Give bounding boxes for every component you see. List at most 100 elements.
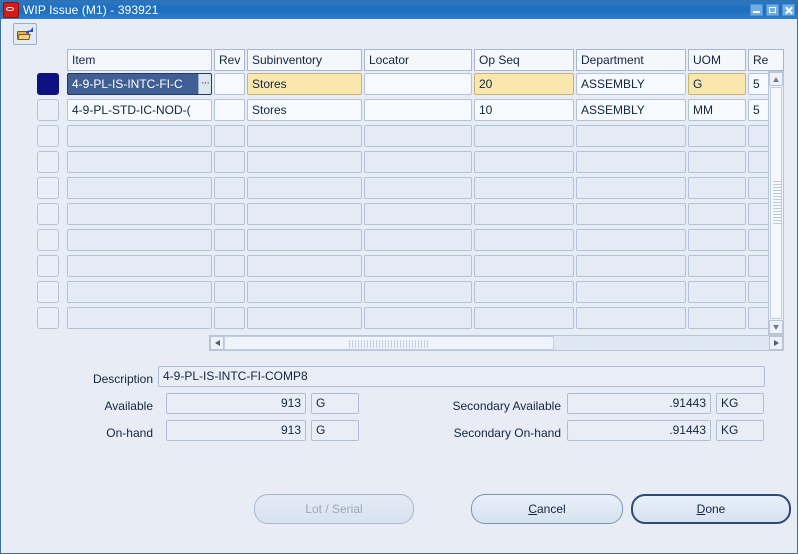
grid-cell-item[interactable] <box>67 151 212 173</box>
grid-cell-locator[interactable] <box>364 229 472 251</box>
grid-cell-department[interactable] <box>576 307 686 329</box>
grid-cell-department[interactable] <box>576 125 686 147</box>
record-selector[interactable] <box>37 177 59 199</box>
cancel-button[interactable]: Cancel <box>471 494 623 524</box>
grid-column-header[interactable]: Locator <box>364 49 472 71</box>
grid-cell-locator[interactable] <box>364 307 472 329</box>
scroll-up-icon[interactable] <box>769 72 783 86</box>
grid-cell-rev[interactable] <box>214 229 245 251</box>
table-row[interactable] <box>37 149 787 175</box>
grid-cell-item[interactable] <box>67 125 212 147</box>
close-icon[interactable] <box>782 4 795 16</box>
grid-cell-uom[interactable] <box>688 151 746 173</box>
grid-cell-subinventory[interactable] <box>247 281 362 303</box>
grid-cell-item[interactable] <box>67 307 212 329</box>
record-selector[interactable] <box>37 99 59 121</box>
grid-cell-department[interactable] <box>576 151 686 173</box>
grid-cell-op-seq[interactable] <box>474 229 574 251</box>
scroll-left-icon[interactable] <box>210 336 224 350</box>
grid-cell-op-seq[interactable] <box>474 125 574 147</box>
grid-cell-locator[interactable] <box>364 203 472 225</box>
grid-cell-rev[interactable] <box>214 281 245 303</box>
grid-cell-department[interactable]: ASSEMBLY <box>576 73 686 95</box>
grid-cell-item[interactable] <box>67 255 212 277</box>
grid-cell-uom[interactable] <box>688 307 746 329</box>
grid-cell-department[interactable] <box>576 255 686 277</box>
table-row[interactable] <box>37 279 787 305</box>
grid-cell-op-seq[interactable] <box>474 307 574 329</box>
secondary-available-field[interactable]: .91443 <box>567 393 711 414</box>
table-row[interactable]: 4-9-PL-IS-INTC-FI-C ··· Stores 20 ASSEMBLY G 5 <box>37 71 787 97</box>
grid-cell-uom[interactable] <box>688 255 746 277</box>
done-button[interactable]: Done <box>631 494 791 524</box>
grid-cell-department[interactable] <box>576 281 686 303</box>
grid-cell-op-seq[interactable] <box>474 255 574 277</box>
grid-cell-rev[interactable] <box>214 99 245 121</box>
scroll-right-icon[interactable] <box>769 336 783 350</box>
grid-cell-uom[interactable] <box>688 203 746 225</box>
grid-cell-uom[interactable] <box>688 281 746 303</box>
secondary-onhand-uom-field[interactable]: KG <box>716 420 764 441</box>
onhand-uom-field[interactable]: G <box>311 420 359 441</box>
grid-cell-subinventory[interactable] <box>247 125 362 147</box>
grid-cell-uom[interactable]: MM <box>688 99 746 121</box>
table-row[interactable] <box>37 253 787 279</box>
grid-cell-uom[interactable] <box>688 229 746 251</box>
grid-column-header[interactable]: Rev <box>214 49 245 71</box>
record-selector[interactable] <box>37 151 59 173</box>
record-selector[interactable] <box>37 203 59 225</box>
horizontal-scrollbar[interactable] <box>209 335 784 351</box>
grid-column-header[interactable]: UOM <box>688 49 746 71</box>
open-folder-button[interactable] <box>13 23 37 45</box>
record-selector[interactable] <box>37 125 59 147</box>
grid-cell-subinventory[interactable]: Stores <box>247 99 362 121</box>
grid-cell-item[interactable] <box>67 203 212 225</box>
grid-cell-subinventory[interactable] <box>247 229 362 251</box>
list-of-values-icon[interactable]: ··· <box>198 74 211 94</box>
grid-column-header[interactable]: Subinventory <box>247 49 362 71</box>
grid-cell-locator[interactable] <box>364 99 472 121</box>
grid-cell-rev[interactable] <box>214 125 245 147</box>
grid-cell-locator[interactable] <box>364 73 472 95</box>
grid-cell-rev[interactable] <box>214 255 245 277</box>
record-selector[interactable] <box>37 307 59 329</box>
grid-cell-rev[interactable] <box>214 73 245 95</box>
grid-cell-item[interactable] <box>67 177 212 199</box>
grid-cell-locator[interactable] <box>364 281 472 303</box>
grid-cell-item[interactable]: 4-9-PL-IS-INTC-FI-C ··· <box>67 73 212 95</box>
grid-cell-locator[interactable] <box>364 151 472 173</box>
grid-cell-item[interactable] <box>67 229 212 251</box>
table-row[interactable] <box>37 227 787 253</box>
grid-cell-op-seq[interactable] <box>474 177 574 199</box>
grid-cell-rev[interactable] <box>214 151 245 173</box>
grid-cell-uom[interactable] <box>688 125 746 147</box>
grid-cell-locator[interactable] <box>364 177 472 199</box>
table-row[interactable] <box>37 123 787 149</box>
table-row[interactable] <box>37 175 787 201</box>
table-row[interactable]: 4-9-PL-STD-IC-NOD-(Stores 10 ASSEMBLY MM 5 <box>37 97 787 123</box>
grid-cell-subinventory[interactable] <box>247 307 362 329</box>
available-field[interactable]: 913 <box>166 393 306 414</box>
grid-cell-op-seq[interactable] <box>474 281 574 303</box>
grid-cell-subinventory[interactable] <box>247 255 362 277</box>
grid-cell-subinventory[interactable] <box>247 203 362 225</box>
grid-column-header[interactable]: Item <box>67 49 212 71</box>
horizontal-scrollbar-thumb[interactable] <box>224 336 554 350</box>
grid-cell-locator[interactable] <box>364 255 472 277</box>
grid-cell-department[interactable]: ASSEMBLY <box>576 99 686 121</box>
secondary-available-uom-field[interactable]: KG <box>716 393 764 414</box>
grid-column-header[interactable]: Re <box>748 49 784 71</box>
grid-column-header[interactable]: Department <box>576 49 686 71</box>
record-selector[interactable] <box>37 73 59 95</box>
lot-serial-button[interactable]: Lot / Serial <box>254 494 414 524</box>
grid-cell-op-seq[interactable]: 10 <box>474 99 574 121</box>
grid-column-header[interactable]: Op Seq <box>474 49 574 71</box>
grid-cell-rev[interactable] <box>214 177 245 199</box>
available-uom-field[interactable]: G <box>311 393 359 414</box>
grid-cell-department[interactable] <box>576 229 686 251</box>
scroll-down-icon[interactable] <box>769 320 783 334</box>
description-field[interactable]: 4-9-PL-IS-INTC-FI-COMP8 <box>158 366 765 387</box>
maximize-icon[interactable] <box>766 4 779 16</box>
vertical-scrollbar-thumb[interactable] <box>770 87 782 319</box>
grid-cell-uom[interactable] <box>688 177 746 199</box>
